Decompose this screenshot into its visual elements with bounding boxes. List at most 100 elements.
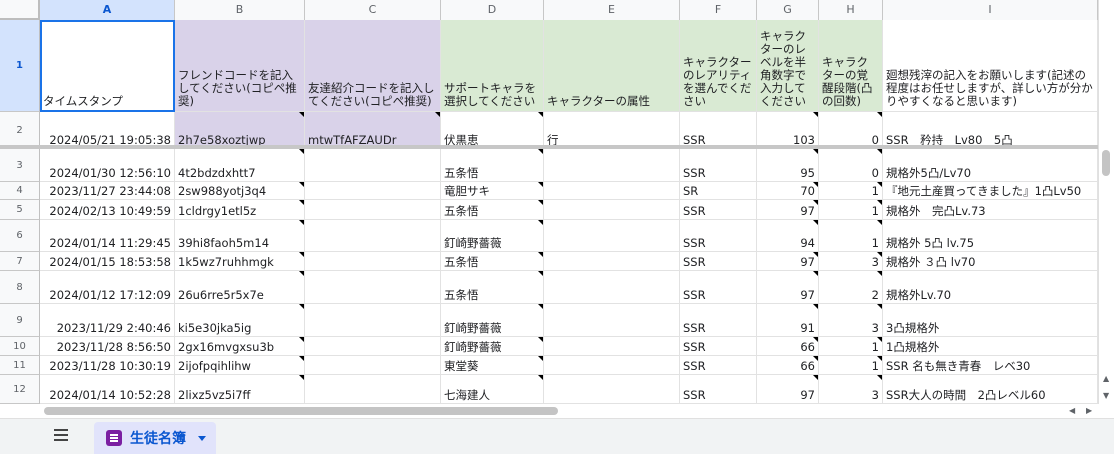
table-cell[interactable]: 39hi8faoh5m14 [175, 220, 305, 252]
table-cell[interactable] [544, 149, 680, 182]
table-cell[interactable] [544, 304, 680, 337]
header-cell[interactable]: キャラクターの覚醒段階(凸の回数) [819, 20, 883, 112]
table-cell[interactable] [544, 356, 680, 375]
table-cell[interactable]: 1k5wz7ruhhmgk [175, 252, 305, 271]
frozen-row-divider[interactable] [0, 145, 1098, 149]
table-cell[interactable]: 3 [819, 304, 883, 337]
scroll-left-arrow-icon[interactable]: ◀ [1069, 406, 1075, 415]
table-cell[interactable]: SSR [680, 337, 757, 356]
table-cell[interactable] [544, 271, 680, 304]
row-header[interactable]: 5 [0, 200, 40, 220]
table-cell[interactable]: 70 [757, 182, 819, 200]
table-cell[interactable]: 釘崎野薔薇 [441, 220, 544, 252]
table-cell[interactable]: SSR [680, 304, 757, 337]
table-cell[interactable]: 2024/01/30 12:56:10 [40, 149, 175, 182]
table-cell[interactable]: 行 [544, 112, 680, 149]
column-header-b[interactable]: B [175, 0, 305, 20]
table-cell[interactable]: 97 [757, 271, 819, 304]
table-cell[interactable] [305, 304, 441, 337]
table-cell[interactable] [544, 375, 680, 404]
table-cell[interactable]: 規格外 ３凸 lv70 [883, 252, 1098, 271]
row-header[interactable]: 2 [0, 112, 40, 149]
table-cell[interactable]: 3凸規格外 [883, 304, 1098, 337]
table-cell[interactable]: 規格外Lv.70 [883, 271, 1098, 304]
table-cell[interactable]: SSR 矜持 Lv80 5凸 [883, 112, 1098, 149]
column-header-f[interactable]: F [680, 0, 757, 20]
table-cell[interactable] [305, 337, 441, 356]
table-cell[interactable]: 1 [819, 356, 883, 375]
row-header[interactable]: 3 [0, 149, 40, 182]
table-cell[interactable]: 66 [757, 356, 819, 375]
table-cell[interactable]: SSR [680, 356, 757, 375]
table-cell[interactable]: 4t2bdzdxhtt7 [175, 149, 305, 182]
table-cell[interactable]: 94 [757, 220, 819, 252]
header-cell[interactable]: 友達紹介コードを記入してください(コピペ推奨) [305, 20, 441, 112]
sheet-tab[interactable]: 生徒名簿 [94, 422, 216, 454]
table-cell[interactable]: 0 [819, 149, 883, 182]
table-cell[interactable]: 2lixz5vz5i7ff [175, 375, 305, 404]
table-cell[interactable]: 2024/05/21 19:05:38 [40, 112, 175, 149]
column-header-a[interactable]: A [40, 0, 175, 20]
row-header[interactable]: 6 [0, 220, 40, 252]
table-cell[interactable]: 釘崎野薔薇 [441, 337, 544, 356]
table-cell[interactable]: SSR [680, 252, 757, 271]
table-cell[interactable]: 1凸規格外 [883, 337, 1098, 356]
scroll-up-arrow-icon[interactable]: ▲ [1103, 374, 1109, 383]
table-cell[interactable] [305, 220, 441, 252]
table-cell[interactable]: 3 [819, 375, 883, 404]
table-cell[interactable]: 東堂葵 [441, 356, 544, 375]
table-cell[interactable]: 97 [757, 252, 819, 271]
table-cell[interactable]: 2023/11/27 23:44:08 [40, 182, 175, 200]
table-cell[interactable]: 2024/01/14 11:29:45 [40, 220, 175, 252]
column-header-d[interactable]: D [441, 0, 544, 20]
vertical-scrollbar[interactable]: ▲ ▼ [1098, 0, 1114, 404]
table-cell[interactable] [305, 149, 441, 182]
table-cell[interactable]: 26u6rre5r5x7e [175, 271, 305, 304]
table-cell[interactable]: 2024/01/15 18:53:58 [40, 252, 175, 271]
header-cell[interactable]: キャラクターの属性 [544, 20, 680, 112]
select-all-corner[interactable] [0, 0, 40, 20]
table-cell[interactable]: 五条悟 [441, 252, 544, 271]
table-cell[interactable]: 1 [819, 200, 883, 220]
table-cell[interactable]: 2gx16mvgxsu3b [175, 337, 305, 356]
horizontal-scrollbar[interactable]: ◀ ▶ [40, 404, 1098, 418]
table-cell[interactable]: 1cldrgy1etl5z [175, 200, 305, 220]
vertical-scroll-thumb[interactable] [1102, 150, 1110, 176]
header-cell[interactable]: キャラクターのレベルを半角数字で入力してください [757, 20, 819, 112]
table-cell[interactable]: 1 [819, 220, 883, 252]
table-cell[interactable]: 七海建人 [441, 375, 544, 404]
table-cell[interactable]: 2024/01/14 10:52:28 [40, 375, 175, 404]
table-cell[interactable]: 規格外 5凸 lv.75 [883, 220, 1098, 252]
table-cell[interactable]: SSR [680, 375, 757, 404]
table-cell[interactable] [544, 252, 680, 271]
table-cell[interactable]: 97 [757, 375, 819, 404]
table-cell[interactable] [305, 182, 441, 200]
table-cell[interactable] [305, 200, 441, 220]
header-cell[interactable]: フレンドコードを記入してください(コピペ推奨) [175, 20, 305, 112]
table-cell[interactable]: 2023/11/29 2:40:46 [40, 304, 175, 337]
table-cell[interactable]: SSR [680, 200, 757, 220]
table-cell[interactable]: 2023/11/28 8:56:50 [40, 337, 175, 356]
table-cell[interactable]: 『地元土産買ってきました』1凸Lv50 [883, 182, 1098, 200]
table-cell[interactable]: SSR 名も無き青春 レベ30 [883, 356, 1098, 375]
row-header[interactable]: 4 [0, 182, 40, 200]
table-cell[interactable] [544, 182, 680, 200]
column-header-h[interactable]: H [819, 0, 883, 20]
scroll-down-arrow-icon[interactable]: ▼ [1103, 391, 1109, 400]
table-cell[interactable]: 2023/11/28 10:30:19 [40, 356, 175, 375]
column-header-c[interactable]: C [305, 0, 441, 20]
table-cell[interactable]: 1 [819, 182, 883, 200]
table-cell[interactable]: 66 [757, 337, 819, 356]
table-cell[interactable]: 2024/01/12 17:12:09 [40, 271, 175, 304]
table-cell[interactable]: 91 [757, 304, 819, 337]
header-cell[interactable]: サポートキャラを選択してください [441, 20, 544, 112]
row-header[interactable]: 10 [0, 337, 40, 356]
table-cell[interactable]: 五条悟 [441, 200, 544, 220]
table-cell[interactable]: SSR [680, 220, 757, 252]
table-cell[interactable]: 3 [819, 252, 883, 271]
horizontal-scroll-thumb[interactable] [44, 407, 558, 415]
row-header[interactable]: 7 [0, 252, 40, 271]
table-cell[interactable]: 97 [757, 200, 819, 220]
table-cell[interactable]: 釘崎野薔薇 [441, 304, 544, 337]
all-sheets-menu-icon[interactable] [54, 429, 68, 441]
